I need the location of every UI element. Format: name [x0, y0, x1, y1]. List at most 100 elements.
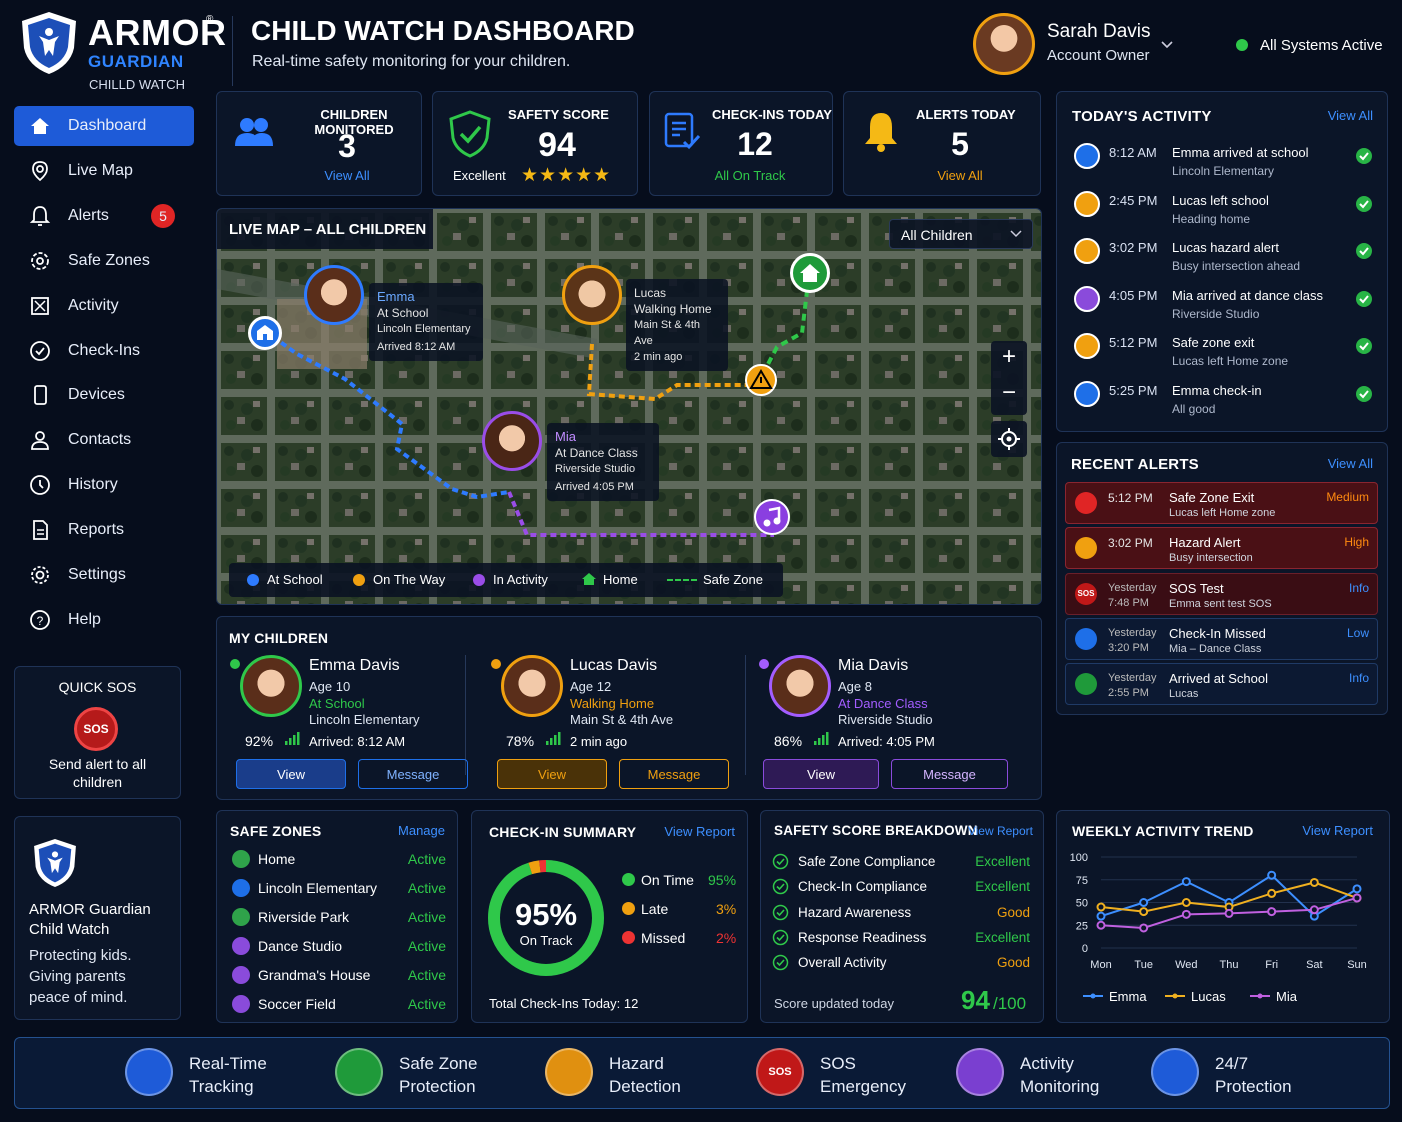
sidebar-item-help[interactable]: ? Help	[14, 600, 194, 640]
checkin-report-link[interactable]: View Report	[664, 824, 735, 839]
alert-item[interactable]: 3:02 PM Hazard Alert Busy intersection H…	[1065, 527, 1378, 570]
sidebar-item-label: Activity	[68, 296, 119, 314]
alert-item[interactable]: Yesterday 3:20 PM Check-In Missed Mia – D…	[1065, 617, 1378, 660]
zoom-in-button[interactable]: +	[991, 343, 1027, 371]
safe-zone-item[interactable]: Dance Studio Active	[230, 936, 446, 958]
view-label: View	[807, 766, 835, 782]
feature-icon	[125, 1048, 173, 1096]
check-icon	[1356, 290, 1372, 307]
sidebar-item-live-map[interactable]: Live Map	[14, 151, 194, 191]
alert-item[interactable]: Yesterday 2:55 PM Arrived at School Lucas…	[1065, 663, 1378, 706]
legend-dot-blue	[247, 574, 259, 586]
sidebar-item-dashboard[interactable]: Dashboard	[14, 106, 194, 146]
activity-sub: Lincoln Elementary	[1172, 164, 1275, 178]
sidebar-item-alerts[interactable]: Alerts 5	[14, 196, 194, 236]
header-divider	[232, 16, 233, 86]
sidebar-item-safe-zones[interactable]: Safe Zones	[14, 241, 194, 281]
sidebar-item-reports[interactable]: Reports	[14, 510, 194, 550]
view-all-link[interactable]: View All	[287, 168, 407, 183]
alert-item[interactable]: SOS Yesterday 7:48 PM SOS Test Emma sent …	[1065, 572, 1378, 615]
lucas-map-pin[interactable]	[562, 265, 622, 325]
message-button[interactable]: Message	[619, 759, 729, 789]
sidebar-item-label: Alerts	[68, 206, 109, 224]
activity-item[interactable]: 4:05 PM Mia arrived at dance class River…	[1072, 285, 1378, 332]
mia-map-pin[interactable]	[482, 411, 542, 471]
sidebar-item-devices[interactable]: Devices	[14, 375, 194, 415]
hazard-marker-icon[interactable]	[745, 364, 777, 396]
home-marker-icon[interactable]	[790, 253, 830, 293]
zoom-out-button[interactable]: −	[991, 379, 1027, 407]
chevron-down-icon[interactable]	[1160, 40, 1174, 50]
view-button[interactable]: View	[763, 759, 879, 789]
safe-zone-item[interactable]: Soccer Field Active	[230, 994, 446, 1016]
activity-item[interactable]: 3:02 PM Lucas hazard alert Busy intersec…	[1072, 238, 1378, 284]
sidebar-item-contacts[interactable]: Contacts	[14, 420, 194, 460]
activity-title: Emma arrived at school	[1172, 145, 1309, 160]
child-name: Emma Davis	[309, 657, 400, 674]
sos-button[interactable]: SOS	[74, 707, 118, 751]
activity-item[interactable]: 2:45 PM Lucas left school Heading home	[1072, 190, 1378, 237]
music-marker-icon[interactable]	[754, 499, 790, 535]
avatar[interactable]	[973, 13, 1035, 75]
alerts-view-all[interactable]: View All	[1328, 456, 1373, 471]
stat-footer: Excellent	[453, 168, 506, 183]
pin-name: Emma	[377, 289, 415, 304]
zone-name: Soccer Field	[258, 995, 336, 1012]
star-rating: ★★★★★	[521, 165, 612, 186]
pin-line: Arrived 8:12 AM	[377, 341, 456, 353]
check-circle-icon	[772, 904, 789, 920]
dot-green	[622, 873, 635, 886]
sidebar-item-activity[interactable]: Activity	[14, 286, 194, 326]
legend-label: Safe Zone	[703, 572, 763, 587]
activity-sub: All good	[1172, 401, 1216, 416]
score-row-name: Hazard Awareness	[798, 904, 912, 920]
svg-text:?: ?	[37, 614, 44, 628]
message-button[interactable]: Message	[358, 759, 468, 789]
checkin-center-label: On Track	[519, 933, 573, 948]
child-time: Arrived: 8:12 AM	[309, 734, 406, 749]
activity-icon	[1074, 333, 1100, 359]
alert-time: 5:12 PM	[1108, 491, 1153, 505]
activity-item[interactable]: 5:12 PM Safe zone exit Lucas left Home z…	[1072, 333, 1378, 379]
map-legend: At School On The Way In Activity Home Sa…	[229, 563, 783, 597]
activity-time: 5:12 PM	[1109, 335, 1158, 350]
sidebar-item-history[interactable]: History	[14, 465, 194, 505]
safe-zone-item[interactable]: Riverside Park Active	[230, 907, 446, 929]
locate-button[interactable]	[991, 421, 1027, 457]
activity-view-all[interactable]: View All	[1328, 108, 1373, 123]
feature-line2: Protection	[1215, 1077, 1292, 1096]
manage-link[interactable]: Manage	[398, 823, 445, 838]
sidebar-item-label: Safe Zones	[68, 251, 150, 269]
signal-icon	[545, 732, 561, 746]
pin-line: At School	[377, 306, 429, 320]
safe-zone-item[interactable]: Grandma's House Active	[230, 965, 446, 987]
school-marker-icon[interactable]	[248, 316, 282, 350]
data-point-emma	[1352, 884, 1362, 894]
sidebar-item-settings[interactable]: Settings	[14, 555, 194, 595]
view-all-link[interactable]: View All	[910, 168, 1010, 183]
activity-item[interactable]: 8:12 AM Emma arrived at school Lincoln E…	[1072, 143, 1378, 189]
activity-title: Lucas left school	[1172, 192, 1269, 208]
emma-map-pin[interactable]	[304, 265, 364, 325]
child-status: At School	[309, 696, 365, 711]
score-row-value: Excellent	[975, 854, 1030, 869]
legend-dot-purple	[473, 574, 485, 586]
avatar[interactable]	[769, 655, 831, 717]
x-tick-label: Tue	[1134, 959, 1153, 971]
avatar[interactable]	[240, 655, 302, 717]
score-row-name: Overall Activity	[798, 955, 887, 971]
view-button[interactable]: View	[236, 759, 346, 789]
feature-item: 24/7 Protection	[1151, 1045, 1351, 1101]
sidebar-item-label: Check-Ins	[68, 341, 141, 359]
safe-zone-item[interactable]: Lincoln Elementary Active	[230, 878, 446, 900]
checklist-icon	[664, 110, 700, 154]
avatar[interactable]	[501, 655, 563, 717]
safe-zone-item[interactable]: Home Active	[230, 849, 446, 871]
alert-item[interactable]: 5:12 PM Safe Zone Exit Lucas left Home z…	[1065, 482, 1378, 524]
message-button[interactable]: Message	[891, 759, 1008, 789]
sidebar-item-label: Live Map	[68, 161, 133, 179]
view-button[interactable]: View	[497, 759, 607, 789]
sidebar-item-check-ins[interactable]: Check-Ins	[14, 331, 194, 371]
score-report-link[interactable]: View Report	[968, 824, 1033, 838]
activity-item[interactable]: 5:25 PM Emma check-in All good	[1072, 380, 1378, 427]
